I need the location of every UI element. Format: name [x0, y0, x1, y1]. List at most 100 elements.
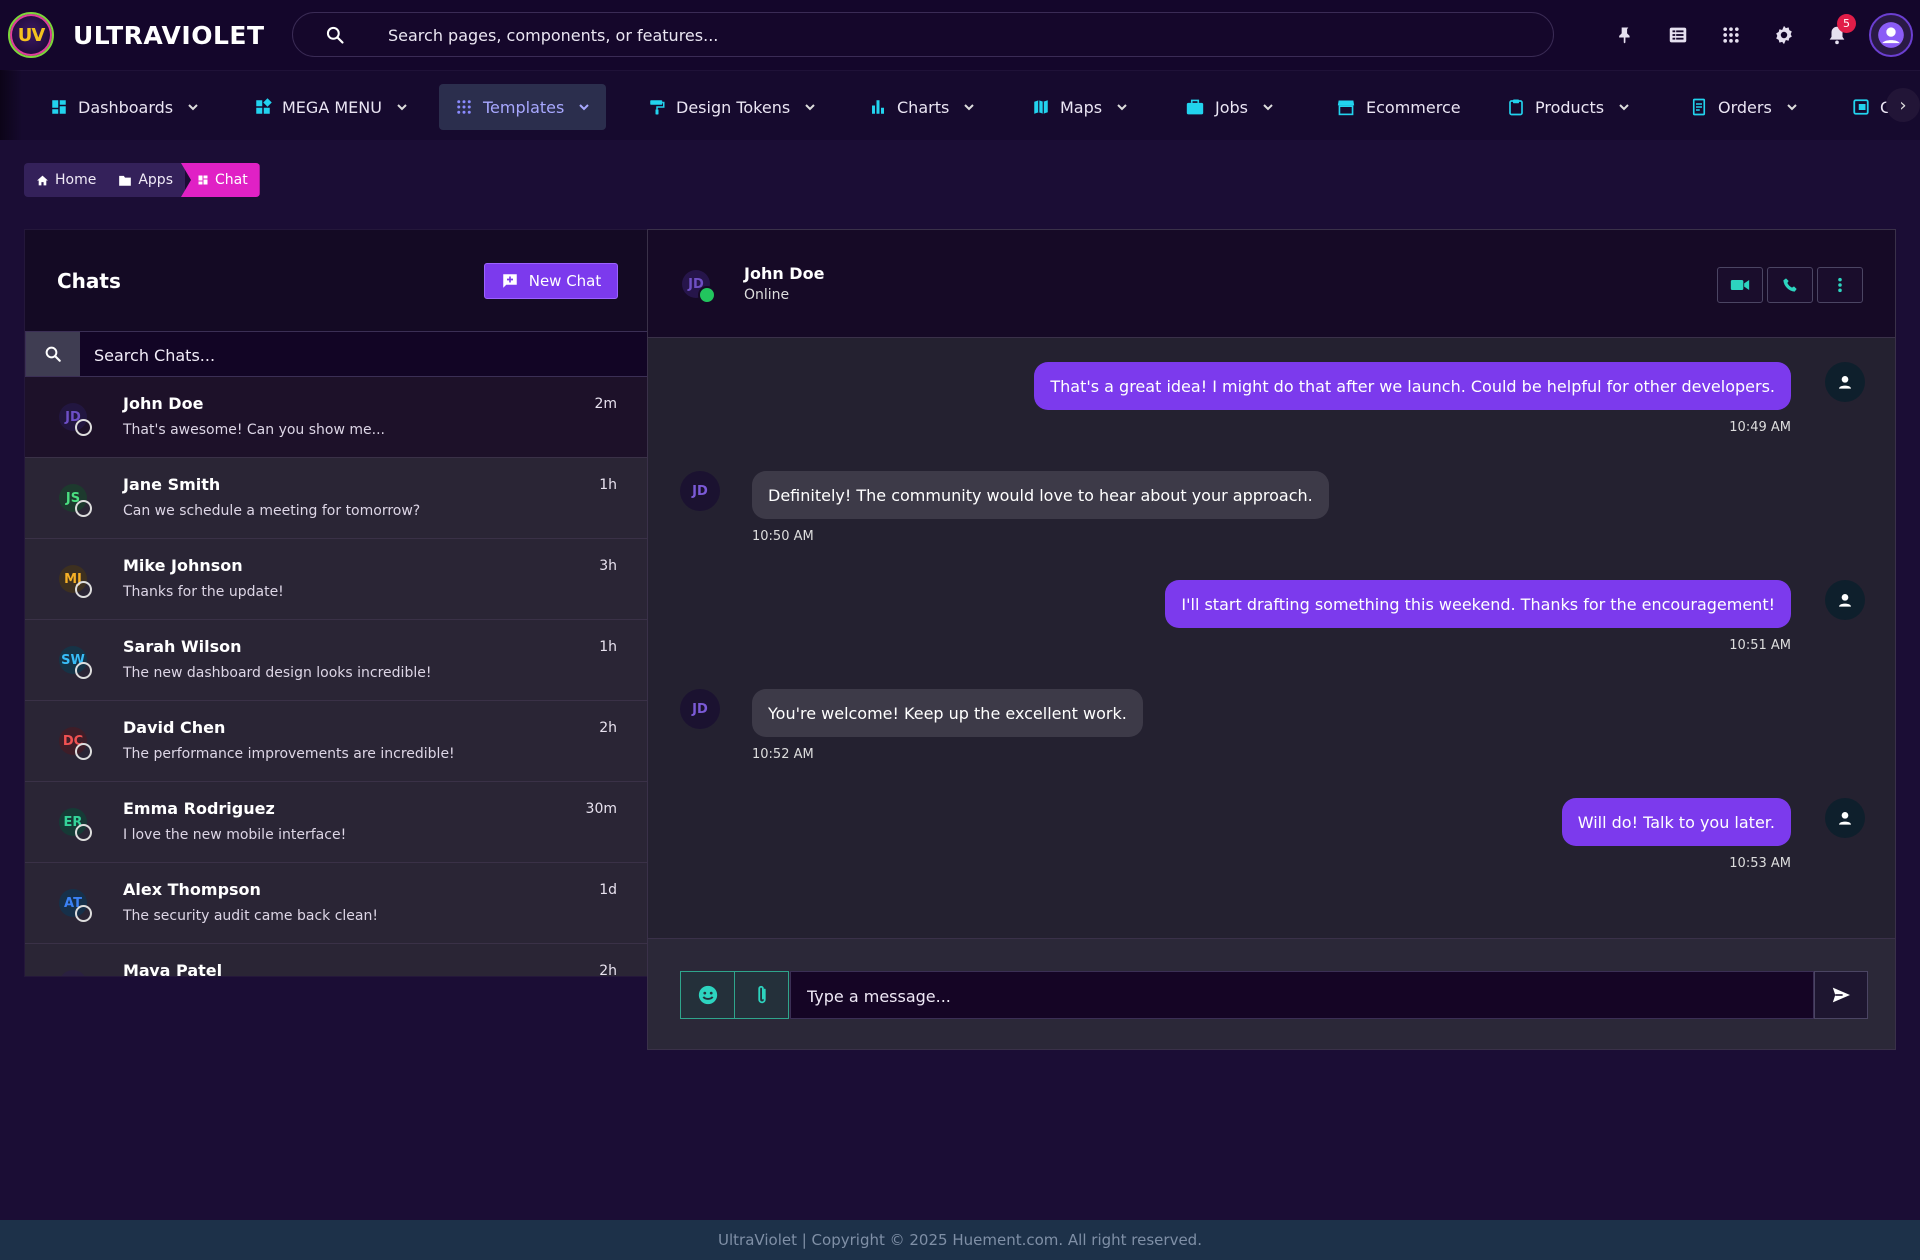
- global-search-input[interactable]: [388, 21, 1488, 49]
- voice-call-button[interactable]: [1767, 267, 1813, 303]
- nav-scroll-fade: [0, 70, 22, 140]
- logo-text[interactable]: ULTRAVIOLET: [73, 21, 265, 50]
- chevron-down-icon: [1787, 104, 1797, 111]
- list-icon[interactable]: [1655, 12, 1701, 58]
- global-search[interactable]: [292, 12, 1554, 57]
- message-time: 10:50 AM: [752, 529, 814, 544]
- nav-dashboards[interactable]: Dashboards: [34, 84, 215, 130]
- nav-jobs[interactable]: Jobs: [1169, 84, 1290, 130]
- header-actions: 5: [1590, 12, 1920, 58]
- nav-charts[interactable]: Charts: [853, 84, 991, 130]
- chat-time: 1h: [599, 477, 617, 493]
- chat-list-item[interactable]: SW Sarah Wilson 1h The new dashboard des…: [25, 620, 648, 701]
- chat-name: Emma Rodriguez: [123, 799, 275, 818]
- chat-time: 30m: [585, 801, 617, 817]
- attach-button[interactable]: [734, 971, 789, 1019]
- new-chat-button[interactable]: New Chat: [484, 263, 618, 299]
- person-icon: [1839, 812, 1851, 825]
- chat-list-title: Chats: [57, 269, 121, 293]
- chat-list-header: Chats New Chat: [25, 230, 648, 331]
- nav-design-tokens[interactable]: Design Tokens: [632, 84, 832, 130]
- nav-maps[interactable]: Maps: [1016, 84, 1144, 130]
- chat-list-item[interactable]: MJ Mike Johnson 3h Thanks for the update…: [25, 539, 648, 620]
- chat-time: 1h: [599, 639, 617, 655]
- chevron-down-icon: [579, 104, 590, 111]
- nav-products[interactable]: Products: [1491, 84, 1646, 130]
- chat-search-button[interactable]: [26, 332, 80, 376]
- footer-text: UltraViolet | Copyright © 2025 Huement.c…: [718, 1231, 1202, 1249]
- nav-orders[interactable]: Orders: [1674, 84, 1814, 130]
- message-composer: [648, 938, 1895, 1049]
- message-time: 10:51 AM: [1729, 638, 1791, 653]
- message-list: That's a great idea! I might do that aft…: [648, 338, 1895, 938]
- conversation-panel: JD John Doe Online That's a great idea! …: [647, 229, 1896, 1050]
- message-input[interactable]: [807, 984, 1787, 1008]
- emoji-button[interactable]: [680, 971, 735, 1019]
- nav-ecommerce[interactable]: Ecommerce: [1320, 84, 1477, 130]
- send-icon: [1832, 987, 1850, 1003]
- more-vertical-icon: [1838, 277, 1842, 293]
- card-icon: [1853, 99, 1869, 115]
- avatar: JS: [59, 484, 92, 517]
- phone-icon: [1783, 278, 1797, 292]
- pin-icon[interactable]: [1602, 12, 1648, 58]
- contact-status: Online: [744, 287, 790, 303]
- grid-icon: [457, 100, 471, 114]
- send-button[interactable]: [1814, 971, 1868, 1019]
- chat-name: Mike Johnson: [123, 556, 243, 575]
- chat-name: Alex Thompson: [123, 880, 261, 899]
- chat-name: Sarah Wilson: [123, 637, 242, 656]
- chevron-down-icon: [1117, 104, 1127, 111]
- chat-list-item[interactable]: JD John Doe 2m That's awesome! Can you s…: [25, 377, 648, 458]
- chat-preview: That's awesome! Can you show me...: [123, 422, 385, 438]
- user-avatar: [1825, 798, 1865, 838]
- chevron-down-icon: [1619, 104, 1629, 111]
- chevron-down-icon: [1263, 104, 1273, 111]
- avatar: SW: [59, 646, 92, 679]
- avatar: MJ: [59, 565, 92, 598]
- user-avatar-button[interactable]: [1868, 12, 1914, 58]
- notifications-button[interactable]: 5: [1814, 12, 1860, 58]
- chat-preview: The performance improvements are incredi…: [123, 746, 455, 762]
- chat-list-item[interactable]: ER Emma Rodriguez 30m I love the new mob…: [25, 782, 648, 863]
- video-call-button[interactable]: [1717, 267, 1763, 303]
- message-time: 10:53 AM: [1729, 856, 1791, 871]
- chat-list-item[interactable]: JS Jane Smith 1h Can we schedule a meeti…: [25, 458, 648, 539]
- status-indicator: [75, 662, 92, 679]
- status-indicator: [75, 905, 92, 922]
- folder-icon: [119, 175, 132, 186]
- store-icon: [1337, 100, 1355, 116]
- apps-grid-icon[interactable]: [1708, 12, 1754, 58]
- logo[interactable]: UV: [8, 12, 54, 58]
- message-bubble-outgoing: I'll start drafting something this weeke…: [1165, 580, 1791, 628]
- chat-search-input[interactable]: [94, 342, 594, 368]
- chat-list-item[interactable]: DC David Chen 2h The performance improve…: [25, 701, 648, 782]
- chat-list-item[interactable]: AT Alex Thompson 1d The security audit c…: [25, 863, 648, 944]
- chat-list-item[interactable]: MP Maya Patel 2h: [25, 944, 648, 977]
- message-bubble-incoming: Definitely! The community would love to …: [752, 471, 1329, 519]
- video-icon: [1730, 280, 1750, 290]
- avatar: JD: [59, 403, 92, 436]
- breadcrumb-home[interactable]: Home: [24, 163, 109, 197]
- gear-icon[interactable]: [1761, 12, 1807, 58]
- nav-scroll-right-button[interactable]: ›: [1886, 88, 1920, 122]
- avatar: AT: [59, 889, 92, 922]
- emoji-icon: [698, 985, 717, 1005]
- paperclip-icon: [757, 985, 766, 1004]
- breadcrumb-apps[interactable]: Apps: [108, 163, 185, 197]
- contact-avatar[interactable]: JD: [682, 270, 716, 304]
- notification-badge: 5: [1837, 14, 1856, 33]
- receipt-icon: [1692, 98, 1706, 116]
- paint-roller-icon: [650, 100, 665, 115]
- chat-time: 2m: [594, 396, 617, 412]
- search-icon: [325, 25, 345, 49]
- more-options-button[interactable]: [1817, 267, 1863, 303]
- nav-mega-menu[interactable]: MEGA MENU: [238, 84, 424, 130]
- chat-name: Maya Patel: [123, 961, 223, 977]
- online-indicator: [698, 286, 716, 304]
- nav-templates[interactable]: Templates: [439, 84, 607, 130]
- home-icon: [37, 175, 48, 185]
- avatar: ER: [59, 808, 92, 841]
- search-icon: [45, 346, 61, 362]
- bar-chart-icon: [872, 100, 884, 114]
